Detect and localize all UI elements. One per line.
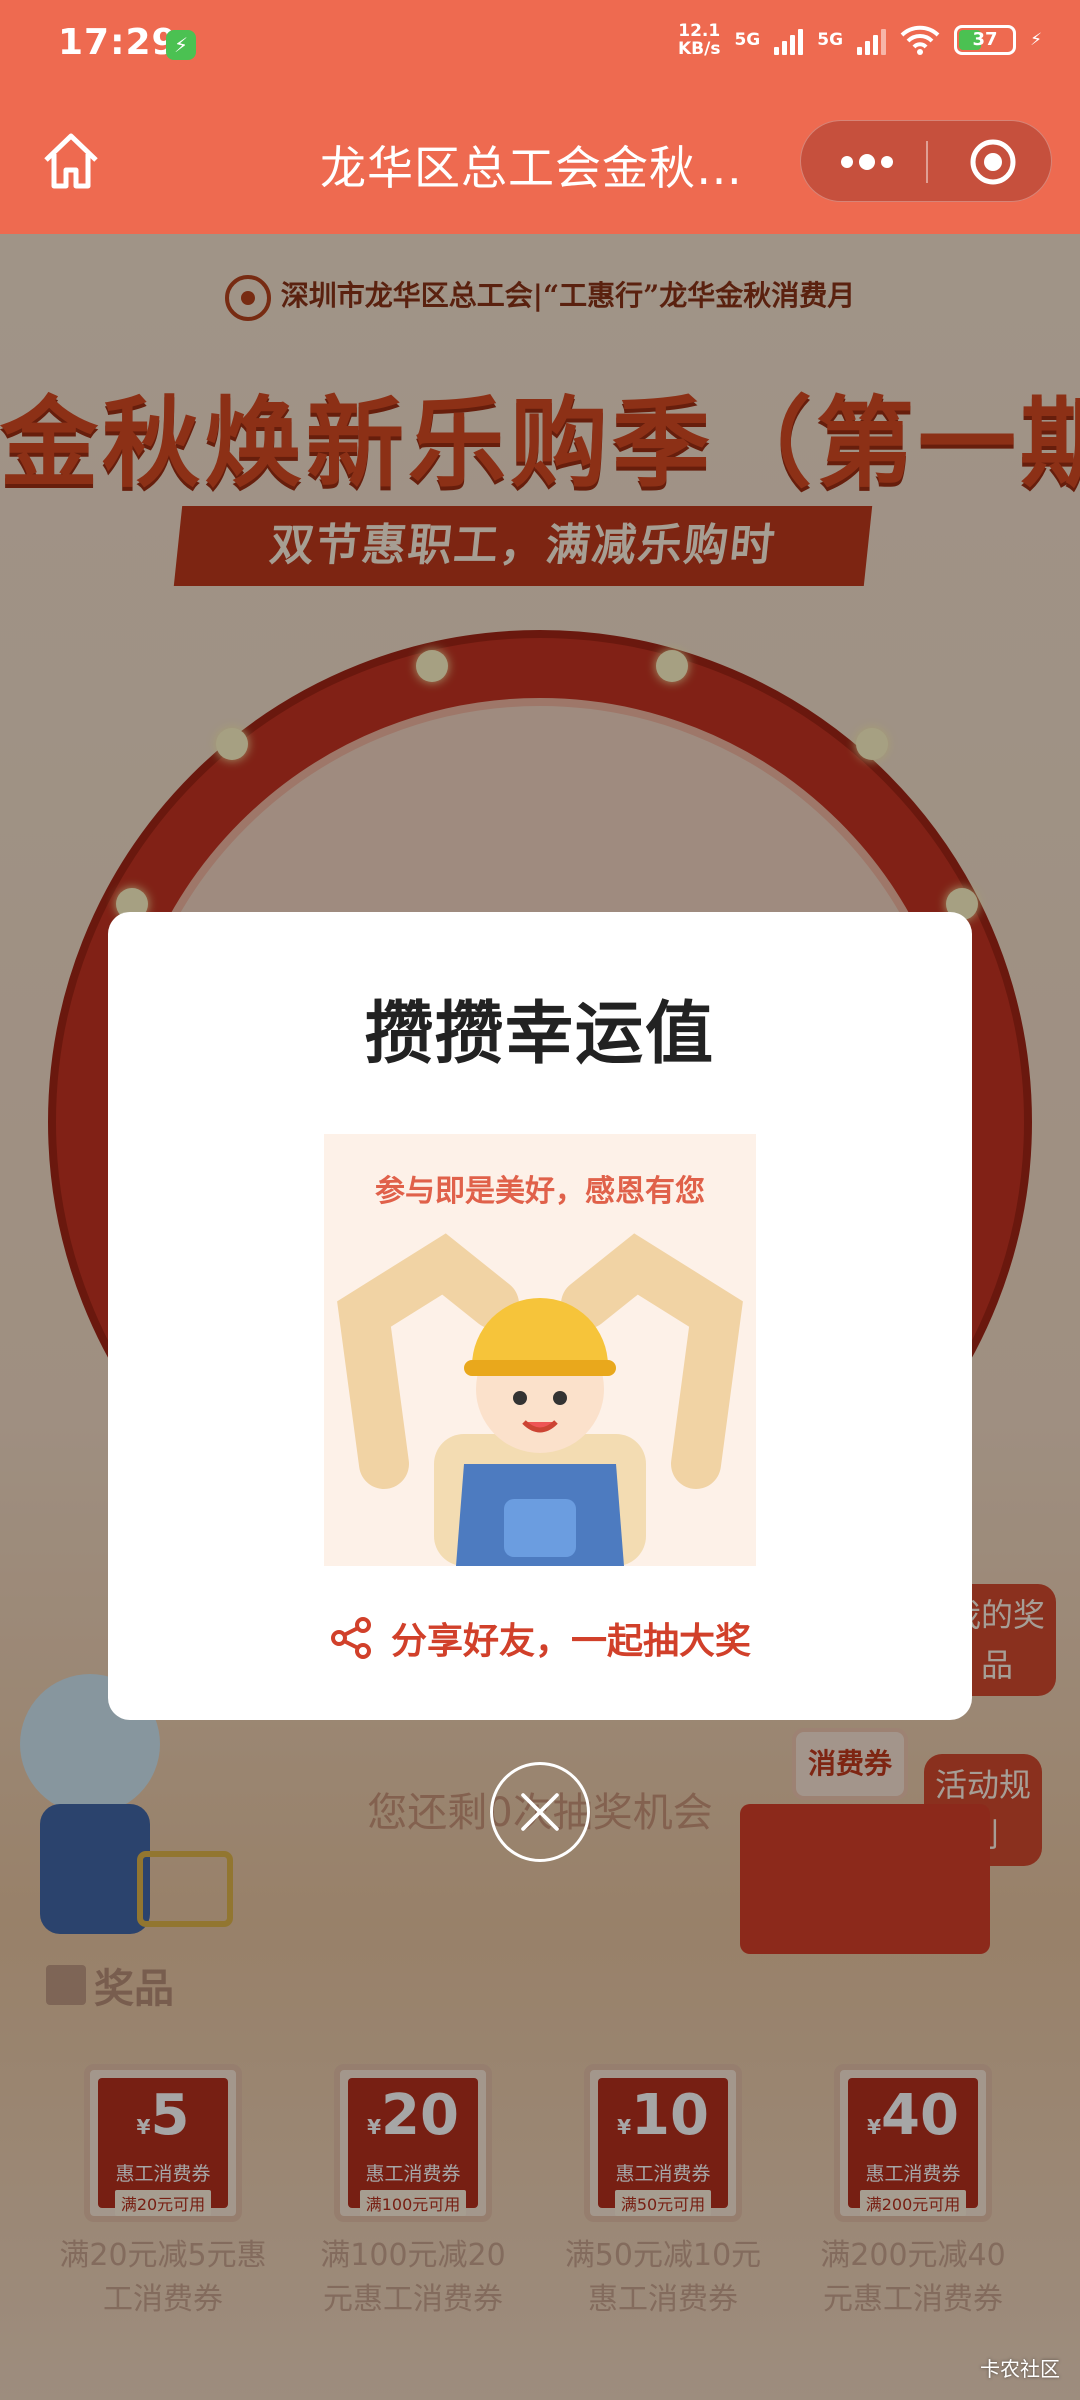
miniapp-capsule xyxy=(800,120,1052,202)
watermark: 卡农社区 xyxy=(980,2357,1060,2381)
battery-icon: 37 xyxy=(954,25,1017,55)
capsule-divider xyxy=(926,141,928,183)
share-button[interactable]: 分享好友，一起抽大奖 xyxy=(108,1612,972,1664)
signal-icon xyxy=(774,25,804,55)
home-icon[interactable] xyxy=(38,128,104,194)
signal-1-label: 5G xyxy=(734,30,761,50)
wifi-icon xyxy=(900,25,940,55)
target-icon[interactable] xyxy=(969,138,1017,186)
net-speed: 12.1 KB/s xyxy=(678,22,720,58)
navbar: 龙华区总工会金秋… xyxy=(0,90,1080,234)
net-speed-unit: KB/s xyxy=(678,39,721,59)
worker-figure xyxy=(337,1233,743,1566)
more-icon[interactable] xyxy=(837,143,897,181)
battery-level: 37 xyxy=(972,29,998,50)
worker-illustration: 参与即是美好，感恩有您 xyxy=(324,1134,756,1566)
close-icon[interactable] xyxy=(490,1762,590,1862)
luck-modal: 攒攒幸运值 参与即是美好，感恩有您 分享好友，一起抽大奖 xyxy=(108,912,972,1720)
share-label: 分享好友，一起抽大奖 xyxy=(390,1621,751,1662)
page-title: 龙华区总工会金秋… xyxy=(320,141,743,195)
charging-icon: ⚡ xyxy=(1030,30,1042,50)
status-time: 17:29 xyxy=(58,22,178,63)
signal-icon xyxy=(857,25,887,55)
net-speed-value: 12.1 xyxy=(678,21,721,41)
share-icon xyxy=(330,1617,371,1659)
signal-2-label: 5G xyxy=(817,30,844,50)
modal-title: 攒攒幸运值 xyxy=(364,995,715,1074)
status-indicators: 12.1 KB/s 5G 5G 37 ⚡ xyxy=(678,22,1042,58)
charging-notification-icon: ⚡ xyxy=(166,30,196,60)
status-bar: 17:29 ⚡ 12.1 KB/s 5G 5G 37 ⚡ xyxy=(0,0,1080,90)
